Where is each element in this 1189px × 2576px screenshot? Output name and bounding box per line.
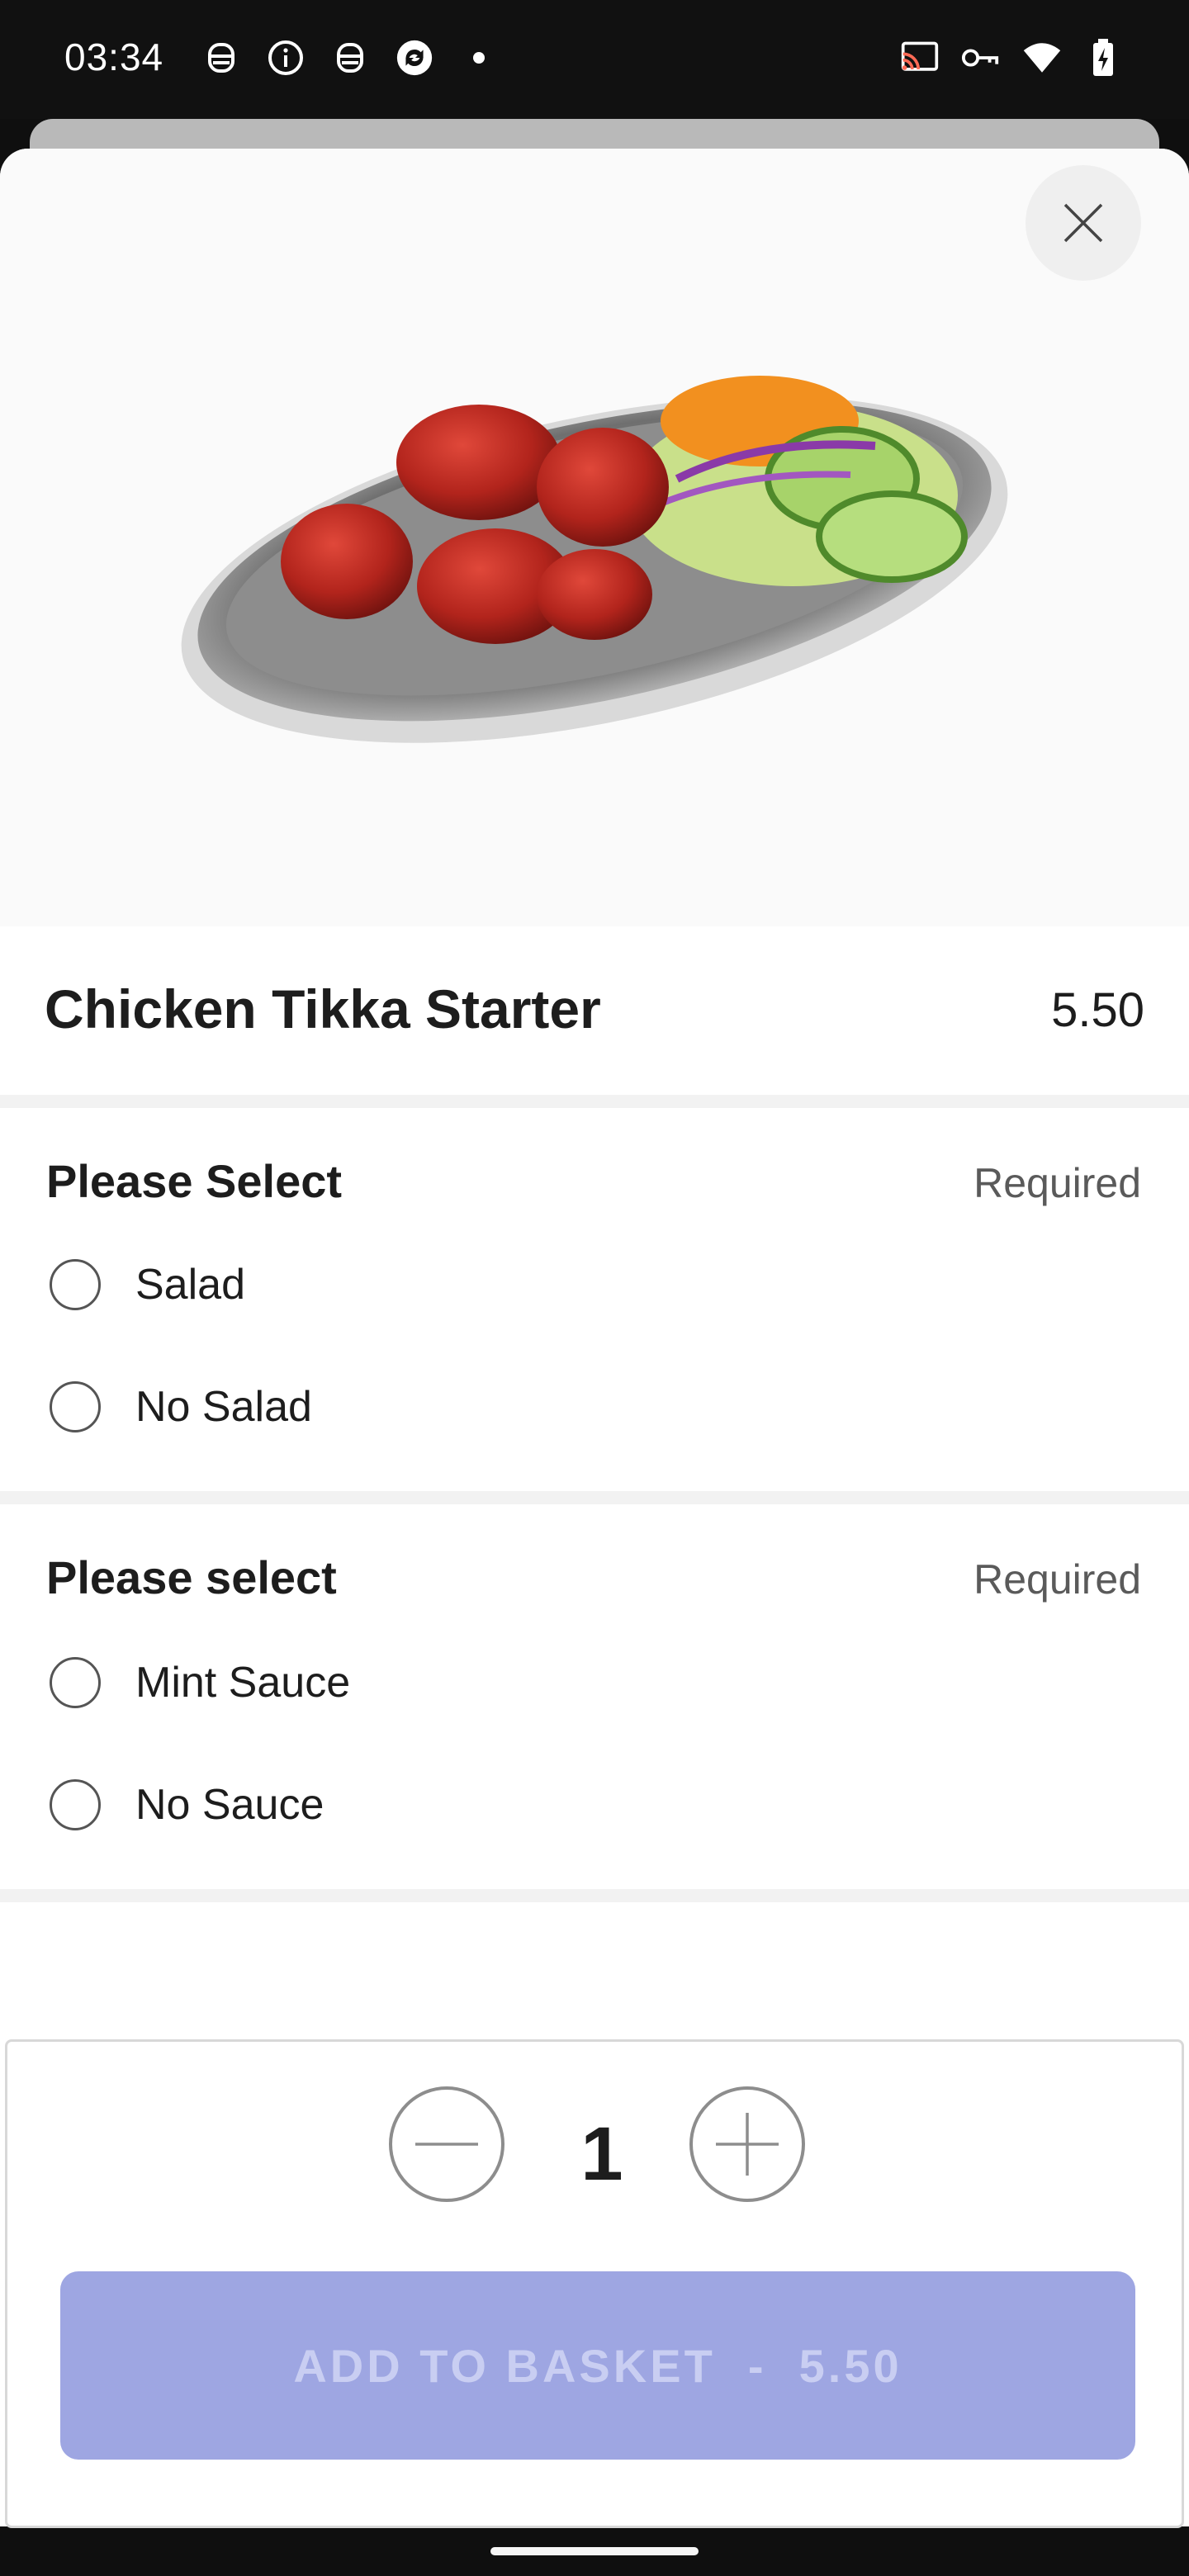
cast-icon bbox=[900, 38, 940, 78]
option-no-sauce[interactable]: No Sauce bbox=[50, 1772, 1139, 1838]
required-badge: Required bbox=[973, 1556, 1141, 1603]
close-icon bbox=[1063, 203, 1103, 243]
status-right-icons bbox=[900, 38, 1123, 78]
add-to-basket-button[interactable]: ADD TO BASKET - 5.50 bbox=[60, 2271, 1135, 2460]
option-label: No Salad bbox=[135, 1383, 312, 1431]
notification-icon bbox=[330, 38, 370, 78]
dish-image bbox=[181, 376, 1008, 743]
wifi-icon bbox=[1022, 38, 1062, 78]
home-indicator[interactable] bbox=[490, 2547, 699, 2555]
add-to-basket-label: ADD TO BASKET - 5.50 bbox=[293, 2339, 902, 2392]
status-left-icons bbox=[201, 38, 499, 78]
item-header: Chicken Tikka Starter 5.50 bbox=[0, 926, 1189, 1075]
radio-button[interactable] bbox=[50, 1259, 101, 1310]
status-bar: 03:34 bbox=[0, 0, 1189, 119]
option-salad[interactable]: Salad bbox=[50, 1252, 1139, 1318]
sync-icon bbox=[395, 38, 434, 78]
radio-button[interactable] bbox=[50, 1779, 101, 1830]
info-icon bbox=[266, 38, 306, 78]
item-image bbox=[0, 149, 1189, 926]
section-divider bbox=[0, 1491, 1189, 1504]
plus-icon bbox=[716, 2113, 779, 2176]
option-group-salad: Please Select Required Salad No Salad bbox=[0, 1108, 1189, 1488]
battery-icon bbox=[1083, 38, 1123, 78]
section-divider bbox=[0, 1095, 1189, 1108]
option-group-title: Please Select bbox=[46, 1155, 343, 1207]
option-label: Mint Sauce bbox=[135, 1659, 351, 1707]
radio-button[interactable] bbox=[50, 1657, 101, 1708]
notification-icon bbox=[201, 38, 241, 78]
item-price: 5.50 bbox=[1051, 983, 1144, 1037]
key-icon bbox=[961, 38, 1001, 78]
option-group-title: Please select bbox=[46, 1551, 337, 1603]
status-time: 03:34 bbox=[64, 36, 164, 78]
option-mint-sauce[interactable]: Mint Sauce bbox=[50, 1650, 1139, 1716]
close-button[interactable] bbox=[1026, 165, 1141, 281]
dot-icon bbox=[459, 38, 499, 78]
option-no-salad[interactable]: No Salad bbox=[50, 1374, 1139, 1440]
screen: 03:34 Chicken Tikka Starter 5.50 Please … bbox=[0, 0, 1189, 2576]
radio-button[interactable] bbox=[50, 1381, 101, 1432]
minus-icon bbox=[415, 2143, 478, 2146]
item-title: Chicken Tikka Starter bbox=[45, 978, 601, 1039]
option-label: No Sauce bbox=[135, 1781, 324, 1829]
option-group-sauce: Please select Required Mint Sauce No Sau… bbox=[0, 1504, 1189, 1884]
option-label: Salad bbox=[135, 1261, 245, 1309]
basket-action-panel: 1 ADD TO BASKET - 5.50 bbox=[5, 2039, 1184, 2528]
decrease-quantity-button[interactable] bbox=[389, 2086, 504, 2202]
section-divider bbox=[0, 1889, 1189, 1902]
increase-quantity-button[interactable] bbox=[689, 2086, 805, 2202]
quantity-value: 1 bbox=[580, 2112, 623, 2196]
required-badge: Required bbox=[973, 1160, 1141, 1206]
